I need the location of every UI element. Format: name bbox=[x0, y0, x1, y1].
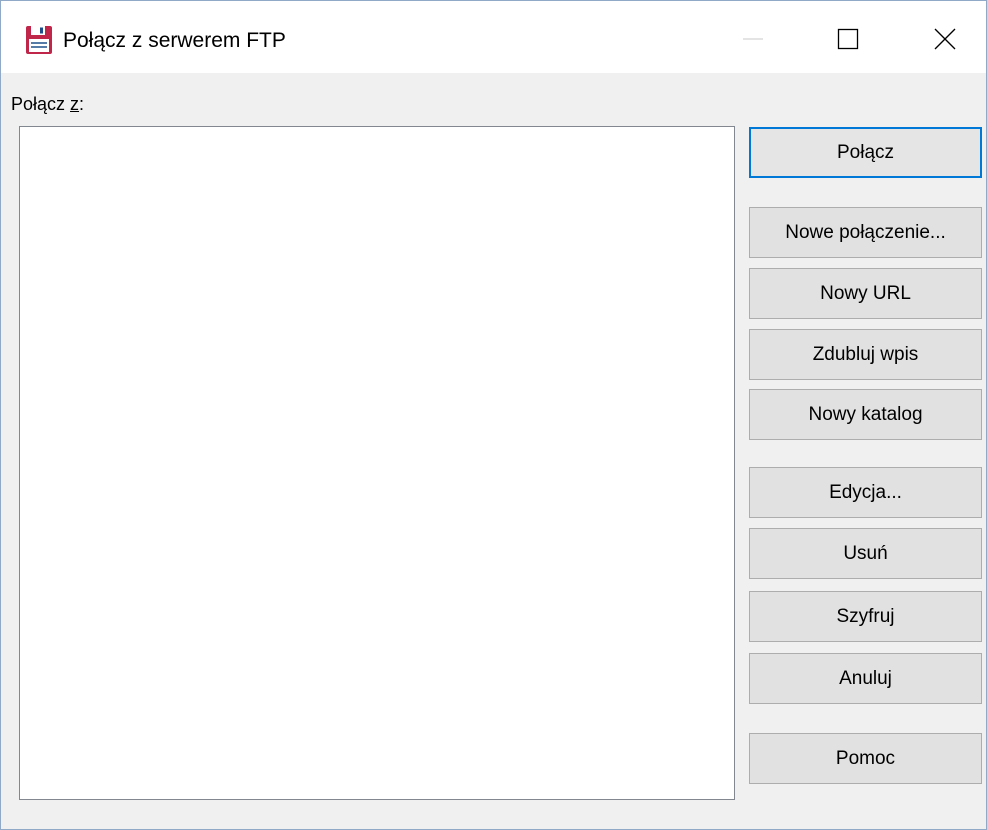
close-button[interactable] bbox=[921, 17, 969, 65]
new-connection-button[interactable]: Nowe połączenie... bbox=[749, 207, 982, 258]
label-suffix: : bbox=[79, 94, 85, 114]
label-prefix: Połącz bbox=[11, 94, 71, 114]
new-folder-button[interactable]: Nowy katalog bbox=[749, 389, 982, 440]
connect-button[interactable]: Połącz bbox=[749, 127, 982, 178]
floppy-disk-icon bbox=[25, 25, 53, 55]
cancel-button[interactable]: Anuluj bbox=[749, 653, 982, 704]
minimize-icon bbox=[742, 28, 764, 55]
ftp-connect-dialog: Połącz z serwerem FTP Połącz z: Połącz N… bbox=[0, 0, 987, 830]
new-url-button[interactable]: Nowy URL bbox=[749, 268, 982, 319]
edit-button[interactable]: Edycja... bbox=[749, 467, 982, 518]
connect-list-label: Połącz z: bbox=[11, 94, 84, 115]
help-button[interactable]: Pomoc bbox=[749, 733, 982, 784]
maximize-button[interactable] bbox=[824, 17, 872, 65]
duplicate-entry-button[interactable]: Zdubluj wpis bbox=[749, 329, 982, 380]
title-bar[interactable]: Połącz z serwerem FTP bbox=[1, 1, 986, 73]
dialog-client-area: Połącz z: Połącz Nowe połączenie... Nowy… bbox=[1, 73, 986, 829]
connection-list[interactable] bbox=[19, 126, 735, 800]
encrypt-button[interactable]: Szyfruj bbox=[749, 591, 982, 642]
minimize-button[interactable] bbox=[729, 17, 777, 65]
maximize-icon bbox=[837, 28, 859, 55]
window-title: Połącz z serwerem FTP bbox=[63, 29, 286, 52]
label-mnemonic: z bbox=[70, 94, 80, 114]
close-icon bbox=[934, 28, 956, 55]
delete-button[interactable]: Usuń bbox=[749, 528, 982, 579]
